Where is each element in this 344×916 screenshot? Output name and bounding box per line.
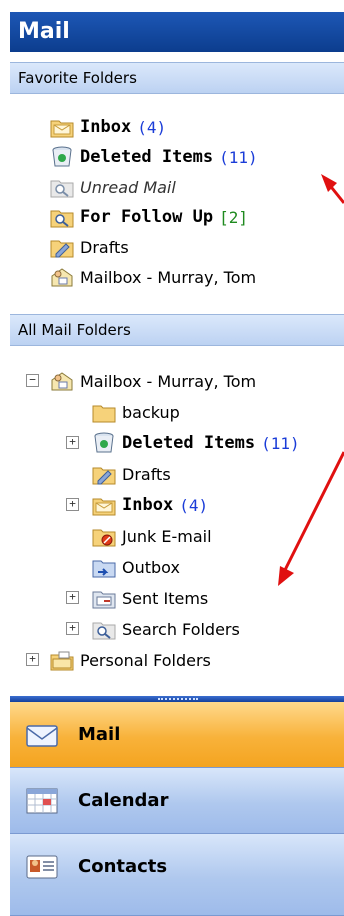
favorite-deleted-items[interactable]: Deleted Items (11) [50, 142, 258, 172]
tree-personal-folders[interactable]: Personal Folders [50, 645, 211, 675]
inbox-folder-icon [92, 498, 116, 516]
tree-sent-items-label: Sent Items [122, 588, 209, 608]
inbox-folder-icon [50, 120, 74, 138]
tree-inbox-count: (4) [179, 495, 209, 515]
tree-deleted-items-label: Deleted Items [122, 433, 256, 453]
mailbox-icon [51, 372, 73, 391]
nav-mail-button[interactable]: Mail [10, 702, 344, 768]
nav-mail-label: Mail [78, 724, 121, 745]
expand-inbox-expander[interactable]: + [66, 498, 79, 511]
sent-items-folder-icon [92, 591, 116, 609]
personal-folders-icon [50, 651, 74, 671]
favorite-mailbox-label: Mailbox - Murray, Tom [80, 267, 257, 287]
tree-personal-folders-label: Personal Folders [80, 650, 211, 670]
expand-personal-folders-expander[interactable]: + [26, 653, 39, 666]
all-mail-folders-tree: − Mailbox - Murray, Tom backup + Deleted… [10, 346, 344, 696]
collapse-mailbox-expander[interactable]: − [26, 374, 39, 387]
favorite-for-follow-up[interactable]: For Follow Up [2] [50, 202, 248, 232]
tree-sent-items[interactable]: Sent Items [92, 583, 208, 613]
tree-backup[interactable]: backup [92, 397, 180, 427]
tree-junk-email-label: Junk E-mail [122, 526, 212, 546]
calendar-icon [26, 788, 58, 813]
tree-inbox-label: Inbox [122, 495, 174, 515]
tree-drafts[interactable]: Drafts [92, 459, 171, 489]
tree-outbox[interactable]: Outbox [92, 552, 180, 582]
pane-title: Mail [10, 12, 344, 52]
tree-outbox-label: Outbox [122, 557, 180, 577]
expand-deleted-items-expander[interactable]: + [66, 436, 79, 449]
trash-can-icon [52, 146, 72, 167]
favorite-for-follow-up-label: For Follow Up [80, 207, 214, 227]
junk-email-folder-icon [92, 529, 116, 547]
tree-search-folders-label: Search Folders [122, 619, 240, 639]
favorite-deleted-items-count: (11) [219, 147, 258, 167]
favorite-drafts[interactable]: Drafts [50, 232, 129, 262]
favorite-folders-list: Inbox (4) Deleted Items (11) Unread Mail… [10, 94, 344, 310]
tree-deleted-items-count: (11) [261, 433, 300, 453]
tree-drafts-label: Drafts [122, 464, 171, 484]
nav-calendar-button[interactable]: Calendar [10, 768, 344, 834]
mail-navigation-pane: Mail Favorite Folders Inbox (4) Deleted … [0, 0, 344, 916]
tree-search-folders[interactable]: Search Folders [92, 614, 240, 644]
favorite-folders-header[interactable]: Favorite Folders [10, 62, 344, 94]
tree-inbox[interactable]: Inbox (4) [92, 490, 208, 520]
nav-contacts-button[interactable]: Contacts [10, 834, 344, 916]
drafts-folder-icon [92, 467, 116, 485]
splitter-grip[interactable] [158, 698, 198, 700]
trash-can-icon [94, 432, 114, 453]
outbox-folder-icon [92, 560, 116, 578]
mailbox-icon [51, 268, 73, 287]
tree-mailbox[interactable]: Mailbox - Murray, Tom [50, 366, 256, 396]
contacts-card-icon [26, 855, 58, 878]
drafts-folder-icon [50, 240, 74, 258]
tree-junk-email[interactable]: Junk E-mail [92, 521, 212, 551]
favorite-inbox[interactable]: Inbox (4) [50, 112, 166, 142]
nav-calendar-label: Calendar [78, 790, 169, 811]
favorite-inbox-count: (4) [137, 117, 167, 137]
favorite-unread-mail[interactable]: Unread Mail [50, 172, 176, 202]
favorite-for-follow-up-count: [2] [219, 207, 248, 227]
search-folder-icon [50, 210, 74, 228]
tree-deleted-items[interactable]: Deleted Items (11) [92, 428, 300, 458]
favorite-deleted-items-label: Deleted Items [80, 147, 214, 167]
favorite-mailbox[interactable]: Mailbox - Murray, Tom [50, 262, 256, 292]
mail-envelope-icon [26, 724, 58, 747]
search-folder-icon [50, 180, 74, 198]
favorite-drafts-label: Drafts [80, 237, 129, 257]
tree-mailbox-label: Mailbox - Murray, Tom [80, 371, 257, 391]
favorite-inbox-label: Inbox [80, 117, 132, 137]
all-mail-folders-header[interactable]: All Mail Folders [10, 314, 344, 346]
folder-icon [92, 405, 116, 423]
expand-search-folders-expander[interactable]: + [66, 622, 79, 635]
tree-backup-label: backup [122, 402, 180, 422]
nav-contacts-label: Contacts [78, 856, 168, 877]
expand-sent-items-expander[interactable]: + [66, 591, 79, 604]
favorite-unread-mail-label: Unread Mail [80, 177, 176, 197]
search-folder-icon [92, 622, 116, 640]
